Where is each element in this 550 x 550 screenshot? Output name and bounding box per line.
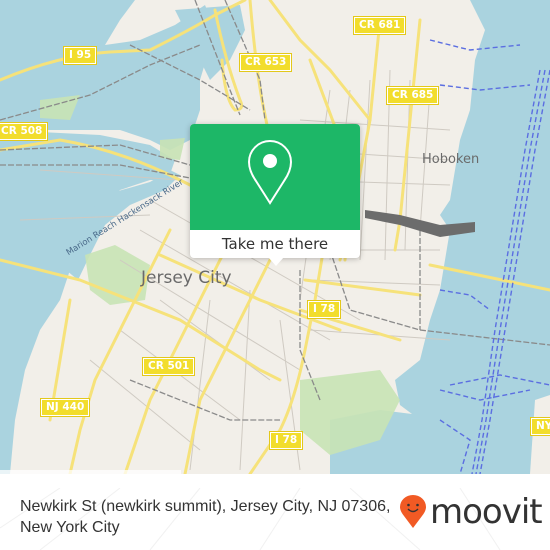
route-shield-i78-north: I 78 — [306, 300, 342, 319]
location-pin-icon — [247, 140, 293, 205]
route-shield-cr508: CR 508 — [0, 122, 49, 141]
moovit-smiley-pin-icon — [400, 495, 426, 528]
route-shield-cr653: CR 653 — [238, 53, 293, 72]
address-text: Newkirk St (newkirk summit), Jersey City… — [20, 496, 400, 538]
popup-pointer — [268, 257, 284, 266]
moovit-logo[interactable]: moovit — [400, 492, 543, 532]
route-shield-cr501: CR 501 — [141, 357, 196, 376]
route-shield-ny: NY — [529, 417, 550, 436]
place-label-hoboken: Hoboken — [422, 152, 480, 167]
footer: Newkirk St (newkirk summit), Jersey City… — [0, 488, 550, 550]
address-line-2: New York City — [20, 519, 120, 536]
water-hudson-river — [395, 0, 550, 474]
place-label-jersey-city: Jersey City — [141, 268, 232, 288]
location-popup: Take me there — [190, 124, 360, 266]
route-shield-i78-south: I 78 — [268, 431, 304, 450]
osm-attribution[interactable]: © OpenStreetMap contributors — [0, 470, 181, 474]
map-view[interactable]: I 95 CR 653 CR 681 CR 685 CR 508 I 78 CR… — [0, 0, 550, 474]
address-line-1: Newkirk St (newkirk summit), Jersey City… — [20, 498, 391, 515]
route-shield-cr681: CR 681 — [352, 16, 407, 35]
route-shield-i95: I 95 — [62, 46, 98, 65]
route-shield-cr685: CR 685 — [385, 86, 440, 105]
park-small-1 — [160, 138, 185, 160]
popup-header — [190, 124, 360, 230]
take-me-there-button[interactable]: Take me there — [190, 230, 360, 258]
moovit-wordmark: moovit — [430, 492, 543, 532]
route-shield-nj440: NJ 440 — [39, 398, 91, 417]
